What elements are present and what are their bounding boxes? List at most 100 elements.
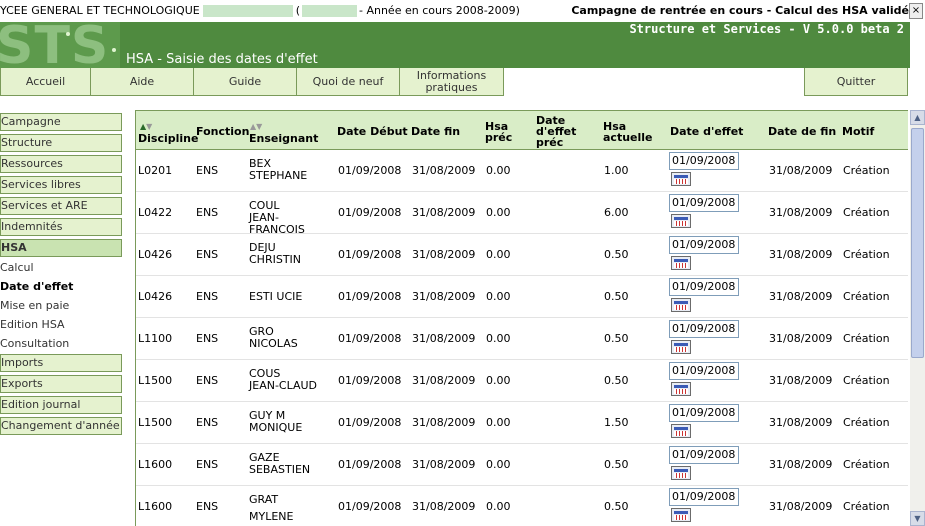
sidebar-item-indemnites[interactable]: Indemnités [0, 218, 122, 236]
discipline-cell: L1500 [138, 374, 173, 387]
date-effet-input[interactable]: 01/09/2008 [669, 278, 739, 296]
calendar-icon[interactable] [671, 508, 691, 522]
date-de-fin-cell: 31/08/2009 [769, 458, 833, 471]
motif-cell: Création [843, 500, 890, 513]
hsa-actuelle-cell: 0.50 [604, 374, 629, 387]
enseignant-prenom: STEPHANE [249, 169, 308, 182]
col-enseignant[interactable]: Enseignant [249, 133, 318, 144]
date-effet-input[interactable]: 01/09/2008 [669, 488, 739, 506]
discipline-cell: L1600 [138, 500, 173, 513]
menu-informations-button[interactable]: Informations pratiques [399, 68, 504, 96]
date-de-fin-cell: 31/08/2009 [769, 206, 833, 219]
sort-arrows-icon[interactable]: ▲▼ [250, 123, 262, 131]
col-hsa-actuelle: Hsa actuelle [603, 120, 653, 144]
calendar-icon[interactable] [671, 382, 691, 396]
date-debut-cell: 01/09/2008 [338, 374, 402, 387]
table-header: ▲▼ Discipline Fonction ▲▼ Enseignant Dat… [136, 110, 908, 150]
menu-aide-button[interactable]: Aide [90, 68, 194, 96]
sidebar-item-exports[interactable]: Exports [0, 375, 122, 393]
sidebar-sub-consultation[interactable]: Consultation [0, 337, 69, 350]
menu-quoi-de-neuf-button[interactable]: Quoi de neuf [296, 68, 400, 96]
enseignant-prenom-suite: MYLENE [249, 510, 294, 523]
scroll-up-icon[interactable]: ▲ [910, 110, 925, 125]
date-debut-cell: 01/09/2008 [338, 416, 402, 429]
calendar-icon[interactable] [671, 214, 691, 228]
motif-cell: Création [843, 290, 890, 303]
app-version: Structure et Services - V 5.0.0 beta 2 [629, 22, 904, 36]
calendar-icon[interactable] [671, 298, 691, 312]
date-fin-cell: 31/08/2009 [412, 164, 476, 177]
date-de-fin-cell: 31/08/2009 [769, 290, 833, 303]
fonction-cell: ENS [196, 164, 219, 177]
menu-accueil-button[interactable]: Accueil [0, 68, 91, 96]
menu-guide-button[interactable]: Guide [193, 68, 297, 96]
calendar-icon[interactable] [671, 256, 691, 270]
col-date-effet-prec: Date d'effet préc [536, 114, 577, 149]
sort-arrows-icon[interactable]: ▲▼ [140, 123, 152, 131]
masked-code [302, 5, 357, 17]
discipline-cell: L0426 [138, 248, 173, 261]
date-debut-cell: 01/09/2008 [338, 206, 402, 219]
date-effet-input[interactable]: 01/09/2008 [669, 236, 739, 254]
hsa-prec-cell: 0.00 [486, 374, 511, 387]
hsa-prec-cell: 0.00 [486, 248, 511, 261]
enseignant-prenom: JEAN-CLAUD [249, 379, 318, 392]
calendar-icon[interactable] [671, 172, 691, 186]
sidebar-item-changement-annee[interactable]: Changement d'année [0, 417, 122, 435]
hsa-actuelle-cell: 1.50 [604, 416, 629, 429]
close-icon[interactable]: × [909, 3, 923, 19]
scroll-thumb[interactable] [911, 128, 924, 358]
table-row: L0426 ENS 01/09/2008 31/08/2009 0.00 0.50 31/0… [136, 276, 908, 318]
sidebar-item-imports[interactable]: Imports [0, 354, 122, 372]
date-effet-input[interactable]: 01/09/2008 [669, 446, 739, 464]
date-de-fin-cell: 31/08/2009 [769, 374, 833, 387]
table-row: L0201 ENS 01/09/2008 31/08/2009 0.00 1.00 31/0… [136, 150, 908, 192]
paren-open: ( [295, 4, 300, 17]
date-effet-input[interactable]: 01/09/2008 [669, 194, 739, 212]
date-de-fin-cell: 31/08/2009 [769, 248, 833, 261]
date-debut-cell: 01/09/2008 [338, 290, 402, 303]
sidebar-item-services-libres[interactable]: Services libres [0, 176, 122, 194]
discipline-cell: L1100 [138, 332, 173, 345]
date-debut-cell: 01/09/2008 [338, 500, 402, 513]
date-fin-cell: 31/08/2009 [412, 500, 476, 513]
enseignant-nom: ESTI UCIE [249, 290, 303, 303]
sidebar-sub-calcul[interactable]: Calcul [0, 261, 34, 274]
date-effet-input[interactable]: 01/09/2008 [669, 404, 739, 422]
hsa-prec-cell: 0.00 [486, 500, 511, 513]
sidebar-sub-edition-hsa[interactable]: Edition HSA [0, 318, 65, 331]
sidebar-item-campagne[interactable]: Campagne [0, 113, 122, 131]
menu-quitter-button[interactable]: Quitter [804, 68, 908, 96]
sidebar-item-structure[interactable]: Structure [0, 134, 122, 152]
discipline-cell: L0201 [138, 164, 173, 177]
calendar-icon[interactable] [671, 340, 691, 354]
calendar-icon[interactable] [671, 466, 691, 480]
date-debut-cell: 01/09/2008 [338, 458, 402, 471]
hsa-actuelle-cell: 0.50 [604, 332, 629, 345]
col-discipline[interactable]: Discipline [138, 133, 198, 144]
col-date-fin: Date fin [411, 125, 461, 138]
hsa-actuelle-cell: 0.50 [604, 248, 629, 261]
school-year: - Année en cours 2008-2009) [359, 4, 520, 17]
motif-cell: Création [843, 248, 890, 261]
date-effet-input[interactable]: 01/09/2008 [669, 320, 739, 338]
sidebar-sub-date-effet[interactable]: Date d'effet [0, 280, 73, 293]
sidebar-item-services-are[interactable]: Services et ARE [0, 197, 122, 215]
sidebar-item-edition-journal[interactable]: Edition journal [0, 396, 122, 414]
date-effet-input[interactable]: 01/09/2008 [669, 152, 739, 170]
scroll-down-icon[interactable]: ▼ [910, 511, 925, 526]
motif-cell: Création [843, 374, 890, 387]
logo-dot [112, 48, 116, 52]
calendar-icon[interactable] [671, 424, 691, 438]
vertical-scrollbar[interactable]: ▲ ▼ [910, 110, 925, 526]
enseignant-prenom: MONIQUE [249, 421, 303, 434]
date-effet-input[interactable]: 01/09/2008 [669, 362, 739, 380]
fonction-cell: ENS [196, 206, 219, 219]
main-menu: Accueil Aide Guide Quoi de neuf Informat… [0, 68, 910, 98]
title-bar: YCEE GENERAL ET TECHNOLOGIQUE (- Année en… [0, 0, 925, 22]
sidebar-item-hsa[interactable]: HSA [0, 239, 122, 257]
col-fonction: Fonction [196, 125, 250, 138]
sts-logo: STS [0, 22, 120, 68]
sidebar-sub-mise-en-paie[interactable]: Mise en paie [0, 299, 69, 312]
sidebar-item-ressources[interactable]: Ressources [0, 155, 122, 173]
